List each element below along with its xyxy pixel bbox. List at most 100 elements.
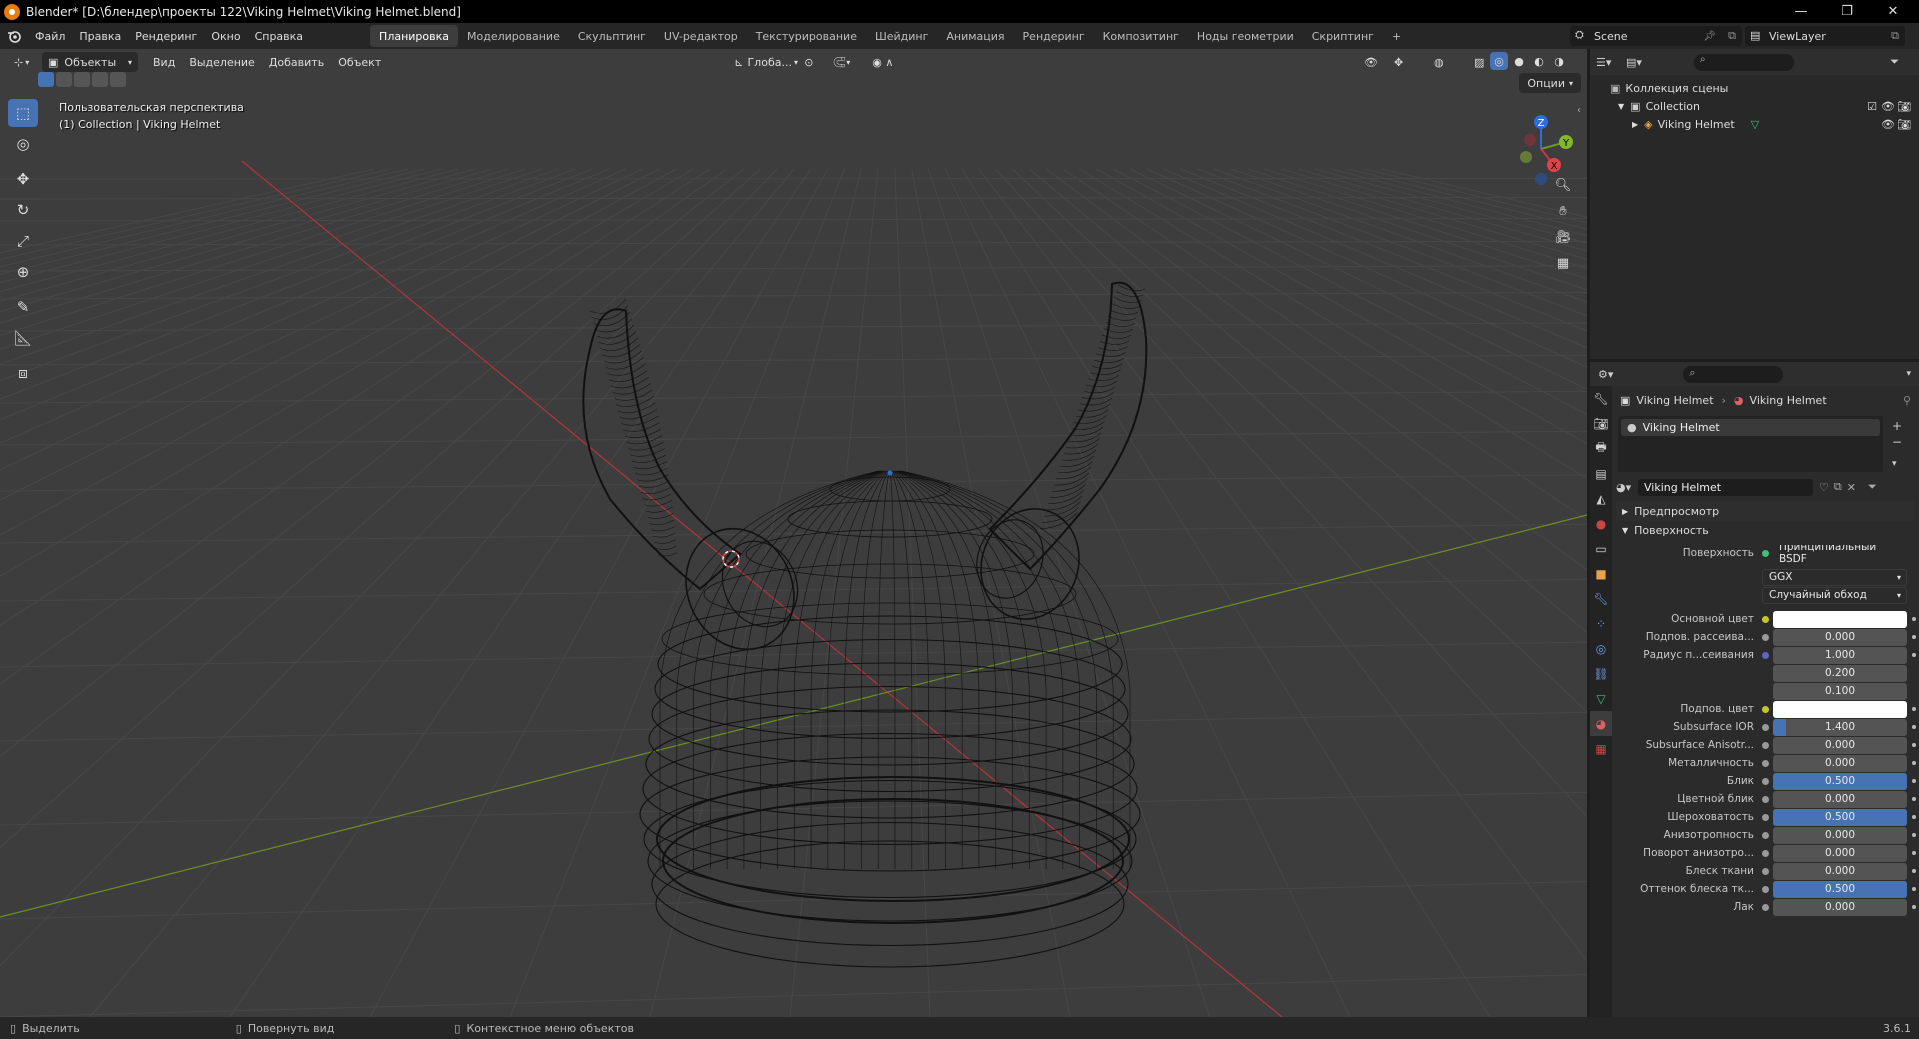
pivot-point-icon[interactable]: ⊙ bbox=[798, 52, 826, 72]
scene-selector[interactable]: ⛭ Scene 📌︎ ⧉ bbox=[1570, 26, 1742, 46]
properties-search-input[interactable]: ⌕ bbox=[1683, 365, 1784, 383]
move-tool-icon[interactable]: ✥ bbox=[8, 165, 38, 193]
outliner-editor-icon[interactable]: ☰▾ bbox=[1596, 56, 1622, 69]
chevron-down-icon[interactable]: ▾ bbox=[1906, 369, 1911, 379]
tab-compositing[interactable]: Композитинг bbox=[1094, 25, 1188, 47]
number-field[interactable]: 0.000 bbox=[1773, 754, 1907, 772]
camera-icon[interactable]: 📷︎ bbox=[1897, 118, 1911, 131]
keyframe-dot-icon[interactable] bbox=[1912, 617, 1916, 621]
socket-dot-icon[interactable] bbox=[1762, 651, 1769, 659]
xray-icon[interactable]: ▨ bbox=[1468, 52, 1488, 72]
rotate-tool-icon[interactable]: ↻ bbox=[8, 196, 38, 224]
socket-dot-icon[interactable] bbox=[1762, 615, 1769, 623]
keyframe-dot-icon[interactable] bbox=[1912, 707, 1916, 711]
close-button[interactable]: ✕ bbox=[1870, 0, 1916, 23]
keyframe-dot-icon[interactable] bbox=[1912, 653, 1916, 657]
view-layer-new-icon[interactable]: ⧉ bbox=[1891, 29, 1899, 43]
number-field[interactable]: 0.000 bbox=[1773, 826, 1907, 844]
tab-uv-editing[interactable]: UV-редактор bbox=[655, 25, 747, 47]
socket-dot-icon[interactable] bbox=[1762, 885, 1769, 893]
pin-icon[interactable]: 📌︎ bbox=[1703, 31, 1716, 42]
duplicate-material-icon[interactable]: ⧉ bbox=[1834, 480, 1842, 494]
tab-sculpting[interactable]: Скульптинг bbox=[569, 25, 655, 47]
distribution-dropdown[interactable]: GGX ▾ bbox=[1762, 568, 1907, 586]
annotate-tool-icon[interactable]: ✎ bbox=[8, 293, 38, 321]
outliner-row-viking-helmet[interactable]: ▶ ◈ Viking Helmet ▽ 👁︎ 📷︎ bbox=[1590, 115, 1919, 133]
socket-dot-icon[interactable] bbox=[1762, 849, 1769, 857]
menu-window[interactable]: Окно bbox=[204, 23, 247, 49]
measure-tool-icon[interactable]: 📐︎ bbox=[8, 324, 38, 352]
outliner-row-scene-collection[interactable]: ▣ Коллекция сцены bbox=[1590, 79, 1919, 97]
subsurface-method-dropdown[interactable]: Случайный обход ▾ bbox=[1762, 586, 1907, 604]
number-field[interactable]: 0.000 bbox=[1773, 628, 1907, 646]
eye-icon[interactable]: 👁︎ bbox=[1881, 118, 1895, 131]
socket-dot-icon[interactable] bbox=[1762, 795, 1769, 803]
socket-dot-icon[interactable] bbox=[1762, 741, 1769, 749]
socket-dot-icon[interactable] bbox=[1762, 813, 1769, 821]
number-field[interactable]: 0.200 bbox=[1773, 664, 1907, 682]
number-field[interactable]: 1.400 bbox=[1773, 718, 1907, 736]
material-tab-icon[interactable]: ◕ bbox=[1590, 711, 1612, 736]
keyframe-dot-icon[interactable] bbox=[1912, 761, 1916, 765]
number-field[interactable]: 0.000 bbox=[1773, 898, 1907, 916]
material-slot-row[interactable]: ● Viking Helmet bbox=[1621, 419, 1880, 436]
scale-tool-icon[interactable]: ⤢ bbox=[8, 227, 38, 255]
object-tab-icon[interactable]: ■ bbox=[1590, 561, 1612, 586]
menu-object[interactable]: Объект bbox=[331, 56, 388, 69]
tab-modeling[interactable]: Моделирование bbox=[458, 25, 569, 47]
tool-tab-icon[interactable]: 🔧︎ bbox=[1590, 386, 1612, 411]
modifier-tab-icon[interactable]: 🔧︎ bbox=[1590, 586, 1612, 611]
cursor-tool-icon[interactable]: ◎ bbox=[8, 130, 38, 158]
particles-tab-icon[interactable]: ⁘ bbox=[1590, 611, 1612, 636]
menu-render[interactable]: Рендеринг bbox=[128, 23, 204, 49]
mode-selector[interactable]: ▣ Объекты ▾ bbox=[42, 52, 138, 72]
slot-specials-icon[interactable]: ▾ bbox=[1892, 456, 1902, 472]
collection-tab-icon[interactable]: ▭ bbox=[1590, 536, 1612, 561]
transform-orientation[interactable]: ⊾ Глоба... ▾ bbox=[728, 52, 798, 72]
physics-tab-icon[interactable]: ◎ bbox=[1590, 636, 1612, 661]
tab-rendering[interactable]: Рендеринг bbox=[1014, 25, 1094, 47]
select-box-tool-icon[interactable]: ⬚ bbox=[8, 99, 38, 127]
filter-icon[interactable]: ⏷ bbox=[1890, 55, 1899, 69]
keyframe-dot-icon[interactable] bbox=[1912, 779, 1916, 783]
outliner-search-input[interactable]: ⌕ bbox=[1694, 53, 1794, 71]
socket-dot-icon[interactable] bbox=[1762, 759, 1769, 767]
camera-view-icon[interactable]: 🎥︎ bbox=[1551, 225, 1575, 249]
number-field[interactable]: 0.500 bbox=[1773, 808, 1907, 826]
socket-dot-icon[interactable] bbox=[1762, 633, 1769, 641]
mesh-data-icon[interactable]: ▽ bbox=[1751, 118, 1759, 131]
camera-icon[interactable]: 📷︎ bbox=[1897, 100, 1911, 113]
expand-arrow-icon[interactable]: ▼ bbox=[1618, 102, 1624, 111]
ortho-grid-icon[interactable]: ▦ bbox=[1551, 251, 1575, 275]
add-workspace-button[interactable]: + bbox=[1383, 25, 1410, 47]
menu-add[interactable]: Добавить bbox=[262, 56, 331, 69]
color-field[interactable] bbox=[1773, 700, 1907, 718]
scene-tab-icon[interactable]: ◭ bbox=[1590, 486, 1612, 511]
scene-new-icon[interactable]: ⧉ bbox=[1728, 29, 1736, 43]
maximize-button[interactable]: ❐ bbox=[1824, 0, 1870, 23]
tab-layout[interactable]: Планировка bbox=[370, 25, 459, 47]
material-name-field[interactable]: Viking Helmet bbox=[1638, 478, 1813, 496]
surface-shader-field[interactable]: Принципиальный BSDF bbox=[1773, 544, 1907, 562]
visibility-icon[interactable]: 👁︎ bbox=[1358, 52, 1384, 72]
keyframe-dot-icon[interactable] bbox=[1912, 815, 1916, 819]
outliner-row-collection[interactable]: ▼ ▣ Collection ☑ 👁︎ 📷︎ bbox=[1590, 97, 1919, 115]
transform-tool-icon[interactable]: ⊕ bbox=[8, 258, 38, 286]
number-field[interactable]: 1.000 bbox=[1773, 646, 1907, 664]
sidebar-toggle-icon[interactable]: ‹ bbox=[1577, 105, 1581, 116]
number-field[interactable]: 0.000 bbox=[1773, 862, 1907, 880]
solid-shading-icon[interactable]: ● bbox=[1510, 52, 1528, 70]
menu-view[interactable]: Вид bbox=[146, 56, 182, 69]
keyframe-dot-icon[interactable] bbox=[1912, 743, 1916, 747]
menu-select[interactable]: Выделение bbox=[182, 56, 262, 69]
editor-type-button[interactable]: ⊹ ▾ bbox=[8, 52, 38, 72]
keyframe-dot-icon[interactable] bbox=[1912, 869, 1916, 873]
number-field[interactable]: 0.000 bbox=[1773, 736, 1907, 754]
world-tab-icon[interactable]: ● bbox=[1590, 511, 1612, 536]
rendered-shading-icon[interactable]: ◑ bbox=[1550, 52, 1568, 70]
number-field[interactable]: 0.500 bbox=[1773, 880, 1907, 898]
proportional-edit-icon[interactable]: ◉ ∧ bbox=[866, 52, 902, 72]
constraints-tab-icon[interactable]: ⛓︎ bbox=[1590, 661, 1612, 686]
color-field[interactable] bbox=[1773, 610, 1907, 628]
keyframe-dot-icon[interactable] bbox=[1912, 797, 1916, 801]
